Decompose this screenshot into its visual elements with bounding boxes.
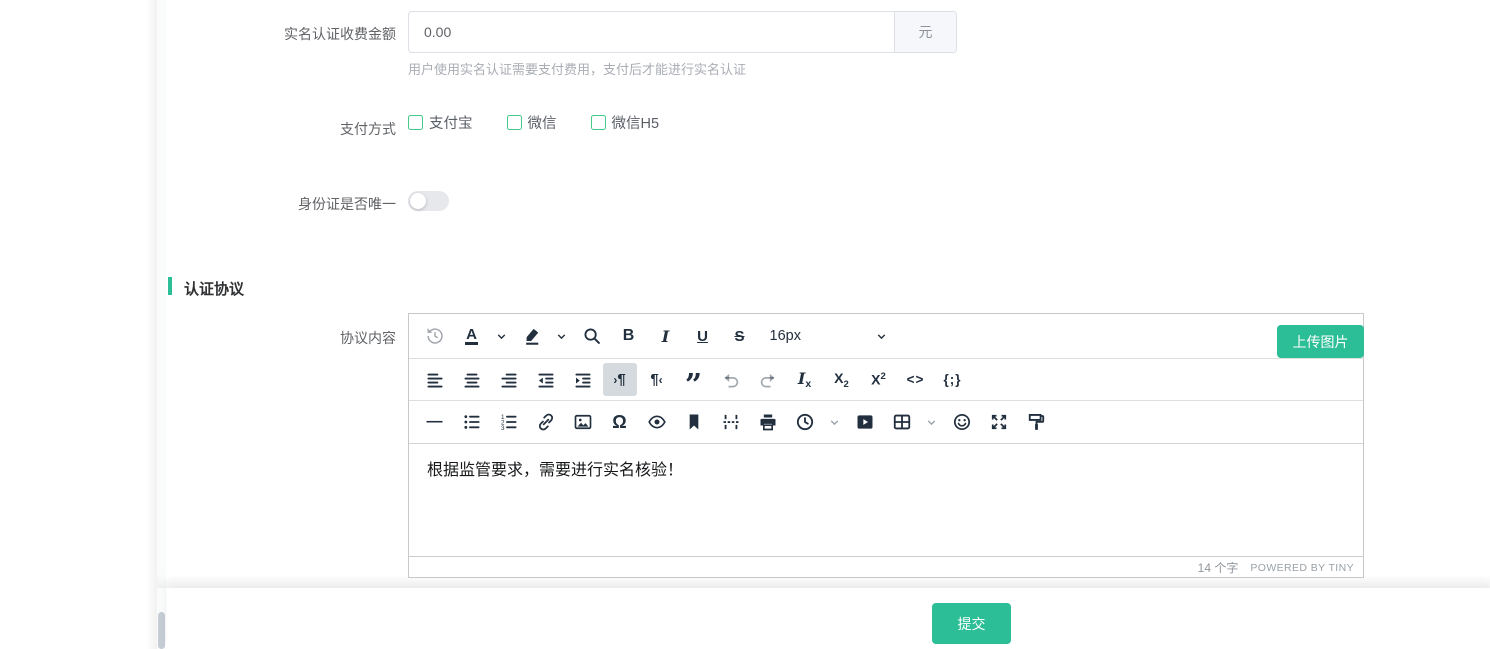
payment-method-label: 支付方式 bbox=[0, 119, 396, 139]
code-sample-icon[interactable]: {;} bbox=[936, 363, 970, 396]
page: 实名认证收费金额 元 用户使用实名认证需要支付费用，支付后才能进行实名认证 支付… bbox=[0, 0, 1490, 649]
page-break-icon[interactable] bbox=[714, 406, 748, 439]
strikethrough-icon[interactable]: S bbox=[723, 320, 757, 353]
fee-unit-suffix: 元 bbox=[894, 12, 956, 52]
insert-datetime-icon[interactable] bbox=[788, 406, 822, 439]
blockquote-icon[interactable]: ” bbox=[677, 363, 711, 396]
checkbox-label: 支付宝 bbox=[429, 112, 473, 133]
code-icon[interactable]: <> bbox=[899, 363, 933, 396]
outdent-icon[interactable] bbox=[529, 363, 563, 396]
checkbox-label: 微信 bbox=[528, 112, 557, 133]
list-bullet-icon[interactable] bbox=[455, 406, 489, 439]
checkbox-box-icon[interactable] bbox=[591, 115, 606, 130]
submit-button[interactable]: 提交 bbox=[932, 603, 1011, 644]
content-edge-shadow bbox=[146, 0, 157, 649]
print-icon[interactable] bbox=[751, 406, 785, 439]
image-icon[interactable] bbox=[566, 406, 600, 439]
emoticons-icon[interactable] bbox=[945, 406, 979, 439]
fee-amount-label: 实名认证收费金额 bbox=[0, 24, 396, 44]
section-accent-bar bbox=[168, 277, 172, 295]
editor-status-bar: 14 个字 POWERED BY TINY bbox=[409, 556, 1363, 578]
fee-help-text: 用户使用实名认证需要支付费用，支付后才能进行实名认证 bbox=[408, 59, 746, 78]
svg-text:3: 3 bbox=[501, 425, 505, 432]
payment-checkbox-group: 支付宝 微信 微信H5 bbox=[408, 112, 693, 133]
anchor-icon[interactable] bbox=[677, 406, 711, 439]
chevron-down-icon[interactable] bbox=[552, 320, 572, 353]
preview-icon[interactable] bbox=[640, 406, 674, 439]
search-icon[interactable] bbox=[575, 320, 609, 353]
backcolor-icon[interactable] bbox=[515, 320, 549, 353]
switch-knob bbox=[410, 193, 426, 209]
checkbox-box-icon[interactable] bbox=[507, 115, 522, 130]
special-character-icon[interactable]: Ω bbox=[603, 406, 637, 439]
format-painter-icon[interactable] bbox=[1019, 406, 1053, 439]
checkbox-wechat[interactable]: 微信 bbox=[507, 112, 557, 133]
align-left-icon[interactable] bbox=[418, 363, 452, 396]
checkbox-box-icon[interactable] bbox=[408, 115, 423, 130]
superscript-icon[interactable]: X2 bbox=[862, 363, 896, 396]
rich-text-editor: 上传图片 ABIUS16px ›¶¶‹”IxX2X2<>{;} —123Ω 根据… bbox=[408, 313, 1364, 578]
underline-icon[interactable]: U bbox=[686, 320, 720, 353]
editor-toolbar-row-3: — 123 Ω bbox=[409, 401, 1363, 444]
upload-image-button[interactable]: 上传图片 bbox=[1277, 325, 1364, 358]
redo-icon[interactable] bbox=[751, 363, 785, 396]
word-count: 14 个字 bbox=[1198, 559, 1239, 576]
id-unique-switch[interactable] bbox=[408, 191, 449, 211]
scrollbar-thumb[interactable] bbox=[158, 612, 165, 649]
id-unique-label: 身份证是否唯一 bbox=[0, 194, 396, 214]
fullscreen-icon[interactable] bbox=[982, 406, 1016, 439]
chevron-down-icon[interactable] bbox=[825, 406, 845, 439]
align-center-icon[interactable] bbox=[455, 363, 489, 396]
indent-icon[interactable] bbox=[566, 363, 600, 396]
bottom-action-bar: 提交 bbox=[167, 588, 1490, 649]
editor-content-area[interactable]: 根据监管要求，需要进行实名核验！ bbox=[409, 444, 1363, 556]
horizontal-rule-icon[interactable]: — bbox=[418, 406, 452, 439]
tiny-branding[interactable]: POWERED BY TINY bbox=[1250, 562, 1354, 574]
align-right-icon[interactable] bbox=[492, 363, 526, 396]
checkbox-wechat-h5[interactable]: 微信H5 bbox=[591, 112, 660, 133]
vertical-scrollbar[interactable] bbox=[157, 0, 166, 649]
list-numbered-icon[interactable]: 123 bbox=[492, 406, 526, 439]
checkbox-label: 微信H5 bbox=[612, 112, 660, 133]
undo-icon[interactable] bbox=[714, 363, 748, 396]
history-icon[interactable] bbox=[418, 320, 452, 353]
editor-toolbar-row-2: ›¶¶‹”IxX2X2<>{;} bbox=[409, 359, 1363, 401]
editor-toolbar-row-1: A BIUS16px bbox=[409, 314, 1363, 359]
subscript-icon[interactable]: X2 bbox=[825, 363, 859, 396]
italic-icon[interactable]: I bbox=[649, 320, 683, 353]
agreement-content-label: 协议内容 bbox=[0, 328, 396, 348]
fee-amount-field: 元 bbox=[408, 11, 957, 53]
chevron-down-icon[interactable] bbox=[922, 406, 942, 439]
chevron-down-icon[interactable] bbox=[492, 320, 512, 353]
section-title: 认证协议 bbox=[184, 278, 244, 299]
table-icon[interactable] bbox=[885, 406, 919, 439]
fee-amount-input[interactable] bbox=[409, 12, 894, 52]
forecolor-icon[interactable]: A bbox=[455, 320, 489, 353]
bold-icon[interactable]: B bbox=[612, 320, 646, 353]
media-icon[interactable] bbox=[848, 406, 882, 439]
rtl-icon[interactable]: ¶‹ bbox=[640, 363, 674, 396]
link-icon[interactable] bbox=[529, 406, 563, 439]
checkbox-alipay[interactable]: 支付宝 bbox=[408, 112, 473, 133]
fontsize-select[interactable]: 16px bbox=[760, 320, 898, 353]
ltr-icon[interactable]: ›¶ bbox=[603, 363, 637, 396]
remove-format-icon[interactable]: Ix bbox=[788, 363, 822, 396]
